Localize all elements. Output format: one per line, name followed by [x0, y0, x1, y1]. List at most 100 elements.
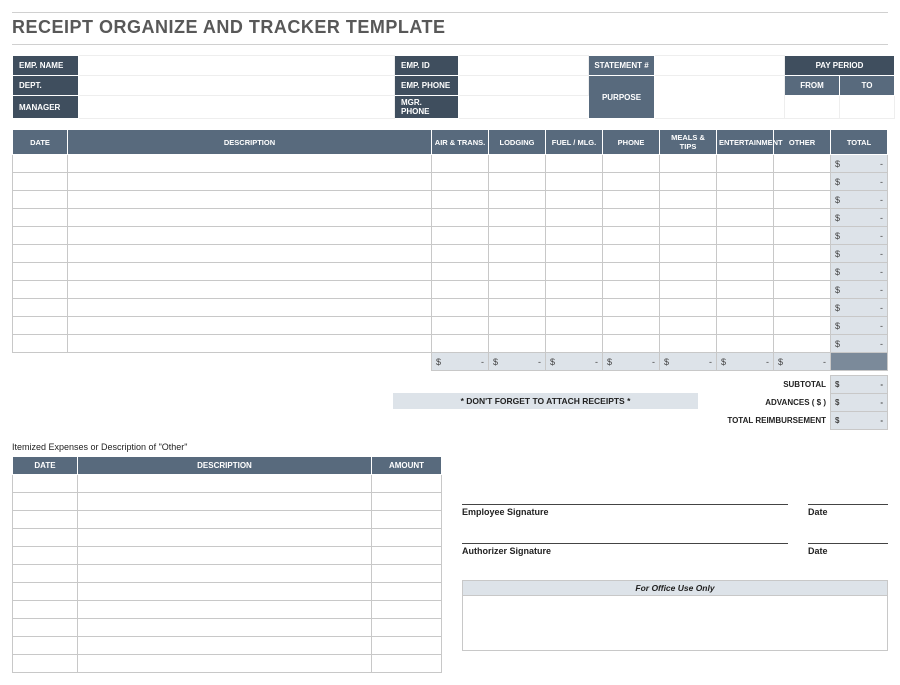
cell[interactable] [489, 263, 546, 281]
cell[interactable] [13, 475, 78, 493]
cell[interactable] [432, 173, 489, 191]
cell[interactable] [489, 335, 546, 353]
cell[interactable] [660, 191, 717, 209]
cell[interactable] [68, 227, 432, 245]
cell[interactable] [489, 155, 546, 173]
input-dept[interactable] [79, 76, 395, 96]
cell[interactable] [68, 263, 432, 281]
cell[interactable] [68, 155, 432, 173]
cell[interactable] [372, 619, 442, 637]
authorizer-signature[interactable]: Authorizer Signature [462, 543, 788, 556]
cell[interactable] [68, 173, 432, 191]
cell[interactable] [78, 511, 372, 529]
cell[interactable] [68, 335, 432, 353]
cell[interactable] [717, 209, 774, 227]
cell[interactable] [78, 601, 372, 619]
cell[interactable] [774, 263, 831, 281]
cell[interactable] [78, 583, 372, 601]
cell[interactable] [774, 173, 831, 191]
cell[interactable] [546, 317, 603, 335]
cell[interactable] [13, 637, 78, 655]
cell[interactable] [660, 173, 717, 191]
cell[interactable] [660, 263, 717, 281]
office-use-body[interactable] [463, 596, 887, 650]
cell[interactable] [432, 209, 489, 227]
cell[interactable] [546, 335, 603, 353]
cell[interactable] [13, 529, 78, 547]
cell[interactable] [774, 209, 831, 227]
cell[interactable] [660, 245, 717, 263]
cell[interactable] [717, 227, 774, 245]
cell[interactable] [489, 191, 546, 209]
cell[interactable] [660, 155, 717, 173]
cell[interactable] [432, 155, 489, 173]
cell[interactable] [774, 227, 831, 245]
cell[interactable] [372, 511, 442, 529]
cell[interactable] [372, 583, 442, 601]
cell[interactable] [13, 209, 68, 227]
cell[interactable] [13, 173, 68, 191]
cell[interactable] [13, 493, 78, 511]
cell[interactable] [489, 245, 546, 263]
cell[interactable] [372, 493, 442, 511]
cell[interactable] [13, 547, 78, 565]
cell[interactable] [717, 245, 774, 263]
cell[interactable] [13, 281, 68, 299]
cell[interactable] [13, 601, 78, 619]
employee-signature[interactable]: Employee Signature [462, 504, 788, 517]
cell[interactable] [432, 227, 489, 245]
cell[interactable] [13, 317, 68, 335]
cell[interactable] [717, 299, 774, 317]
cell[interactable] [774, 281, 831, 299]
cell[interactable] [774, 317, 831, 335]
cell[interactable] [13, 299, 68, 317]
cell[interactable] [603, 335, 660, 353]
cell[interactable] [546, 155, 603, 173]
cell[interactable] [13, 245, 68, 263]
cell[interactable] [68, 281, 432, 299]
cell[interactable] [432, 263, 489, 281]
cell[interactable] [68, 209, 432, 227]
cell[interactable] [546, 299, 603, 317]
cell[interactable] [13, 655, 78, 673]
cell[interactable] [660, 317, 717, 335]
cell[interactable] [78, 619, 372, 637]
cell[interactable] [489, 209, 546, 227]
cell[interactable] [774, 245, 831, 263]
cell[interactable] [372, 565, 442, 583]
cell[interactable] [603, 317, 660, 335]
cell[interactable] [432, 191, 489, 209]
cell[interactable] [489, 173, 546, 191]
cell[interactable] [13, 619, 78, 637]
cell[interactable] [13, 335, 68, 353]
cell[interactable] [13, 191, 68, 209]
cell[interactable] [372, 475, 442, 493]
cell[interactable] [774, 191, 831, 209]
cell[interactable] [603, 173, 660, 191]
cell[interactable] [372, 637, 442, 655]
cell[interactable] [546, 227, 603, 245]
cell[interactable] [546, 209, 603, 227]
cell[interactable] [372, 529, 442, 547]
cell[interactable] [717, 155, 774, 173]
employee-signature-date[interactable]: Date [808, 504, 888, 517]
cell[interactable] [603, 263, 660, 281]
cell[interactable] [603, 245, 660, 263]
cell[interactable] [432, 317, 489, 335]
cell[interactable] [774, 155, 831, 173]
cell[interactable] [68, 317, 432, 335]
cell[interactable] [717, 281, 774, 299]
cell[interactable] [717, 335, 774, 353]
cell[interactable] [660, 299, 717, 317]
cell[interactable] [717, 173, 774, 191]
cell[interactable] [660, 209, 717, 227]
input-mgr-phone[interactable] [459, 96, 589, 119]
cell[interactable] [432, 281, 489, 299]
cell[interactable] [603, 227, 660, 245]
cell[interactable] [603, 209, 660, 227]
cell[interactable] [546, 245, 603, 263]
input-manager[interactable] [79, 96, 395, 119]
input-emp-id[interactable] [459, 56, 589, 76]
cell[interactable] [546, 263, 603, 281]
cell[interactable] [13, 227, 68, 245]
